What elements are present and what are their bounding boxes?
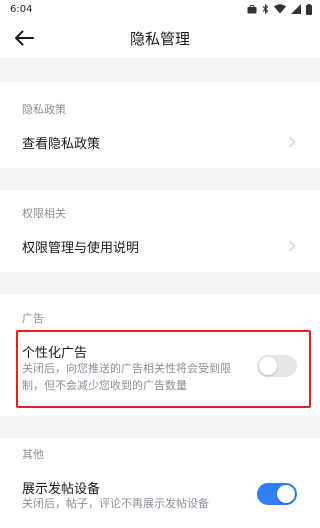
- back-arrow-icon: [15, 30, 34, 46]
- page-title: 隐私管理: [129, 29, 190, 48]
- status-time: 6:04: [10, 3, 33, 15]
- section-title-ads: 广告: [22, 312, 44, 325]
- section-title-privacy-policy: 隐私政策: [22, 103, 66, 116]
- briefcase-icon: [247, 4, 257, 13]
- wifi-icon: [274, 4, 286, 14]
- section-title-permissions: 权限相关: [22, 207, 66, 220]
- app-bar: 隐私管理: [0, 18, 320, 58]
- view-privacy-policy-label: 查看隐私政策: [22, 137, 101, 152]
- view-privacy-policy-row[interactable]: 查看隐私政策: [0, 120, 320, 164]
- back-button[interactable]: [12, 26, 36, 50]
- section-spacer: [0, 168, 320, 190]
- section-spacer: [0, 416, 320, 438]
- bluetooth-icon: [262, 4, 269, 14]
- section-title-other: 其他: [22, 448, 44, 461]
- status-icons: [247, 3, 312, 15]
- section-spacer: [0, 272, 320, 294]
- chevron-right-icon: [289, 136, 296, 148]
- battery-icon: [306, 3, 312, 15]
- highlight-box: [16, 330, 311, 408]
- show-post-device-desc: 关闭后，帖子，评论不再展示发帖设备: [22, 497, 209, 510]
- cellular-signal-icon: [291, 4, 301, 14]
- show-post-device-toggle[interactable]: [257, 483, 297, 505]
- status-bar: 6:04: [0, 0, 320, 18]
- toggle-knob: [277, 485, 295, 503]
- permissions-info-row[interactable]: 权限管理与使用说明: [0, 224, 320, 268]
- permissions-info-label: 权限管理与使用说明: [22, 241, 140, 256]
- section-spacer: [0, 58, 320, 82]
- chevron-right-icon: [289, 240, 296, 252]
